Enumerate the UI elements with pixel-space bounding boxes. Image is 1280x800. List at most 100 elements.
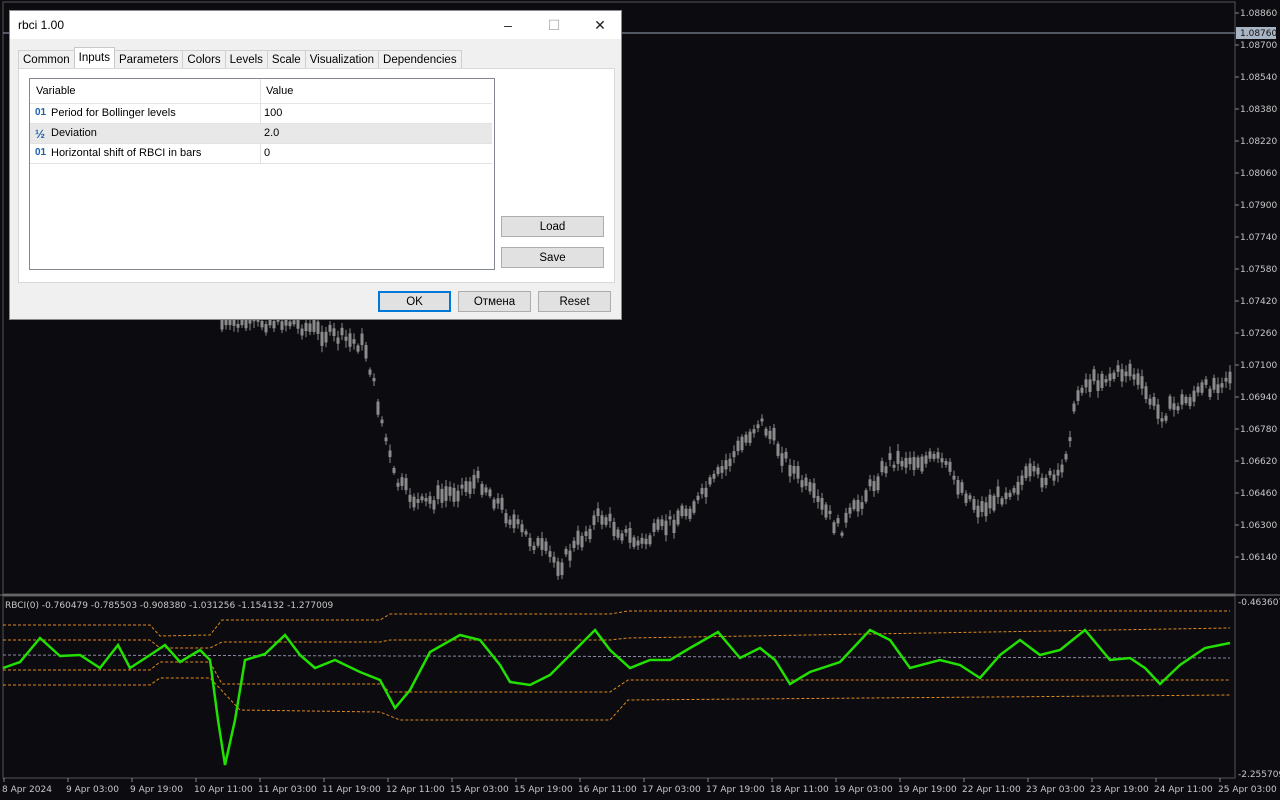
candle-body [536, 538, 540, 546]
tab-inputs[interactable]: Inputs [73, 47, 115, 68]
candle-body [328, 324, 332, 332]
candle-body [924, 455, 928, 464]
candle-body [732, 451, 736, 458]
candle-body [892, 464, 896, 468]
minimize-icon[interactable]: – [485, 11, 531, 39]
candle-body [1200, 382, 1204, 393]
candle-body [912, 456, 916, 471]
input-value[interactable]: 100 [264, 107, 282, 119]
time-label: 17 Apr 03:00 [642, 785, 701, 795]
candle-body [1184, 396, 1188, 404]
tab-colors[interactable]: Colors [182, 50, 226, 68]
candle-body [444, 486, 448, 501]
close-icon[interactable]: ✕ [577, 11, 623, 39]
candle-body [1116, 365, 1120, 372]
candle-body [580, 535, 584, 548]
candle-body [476, 470, 480, 479]
candle-body [1136, 373, 1140, 385]
candle-body [492, 499, 496, 509]
reset-button[interactable]: Reset [538, 291, 611, 312]
tab-dependencies[interactable]: Dependencies [378, 50, 462, 68]
candle-body [636, 540, 640, 546]
candle-body [376, 401, 380, 415]
input-row-shift[interactable]: 01 Horizontal shift of RBCI in bars 0 [30, 144, 492, 164]
candle-body [708, 477, 712, 485]
candle-body [464, 481, 468, 493]
candle-body [716, 467, 720, 475]
candle-body [1056, 469, 1060, 476]
candle-body [1048, 470, 1052, 476]
candle-body [368, 369, 372, 375]
candle-body [976, 505, 980, 518]
candle-body [344, 336, 348, 341]
candle-body [336, 337, 340, 344]
candle-body [672, 519, 676, 534]
candle-body [1228, 371, 1232, 384]
time-label: 17 Apr 19:00 [706, 785, 765, 795]
candle-body [1088, 379, 1092, 392]
maximize-icon: ☐ [547, 16, 561, 33]
candle-body [524, 531, 528, 535]
candle-body [780, 453, 784, 466]
candle-body [940, 458, 944, 463]
candle-body [280, 321, 284, 330]
candle-body [964, 493, 968, 503]
dialog-title: rbci 1.00 [18, 18, 65, 32]
save-button[interactable]: Save [501, 247, 604, 268]
candle-body [1104, 379, 1108, 383]
input-value[interactable]: 0 [264, 147, 270, 159]
candle-body [500, 497, 504, 510]
candle-body [840, 532, 844, 536]
candle-body [560, 562, 564, 576]
price-label: 1.08380 [1240, 105, 1277, 115]
tab-levels[interactable]: Levels [224, 50, 268, 68]
candle-body [324, 331, 328, 343]
time-label: 19 Apr 03:00 [834, 785, 893, 795]
candle-body [788, 465, 792, 477]
time-axis: 8 Apr 2024 9 Apr 03:00 9 Apr 19:00 10 Apr 1… [2, 778, 1277, 795]
candle-body [860, 502, 864, 509]
candle-body [772, 428, 776, 441]
input-value[interactable]: 2.0 [264, 127, 279, 139]
candle-body [448, 486, 452, 496]
inputs-panel: Variable Value 01 Period for Bollinger l… [18, 68, 615, 283]
candle-body [588, 528, 592, 540]
candle-body [512, 514, 516, 529]
candle-body [1156, 404, 1160, 419]
candle-body [620, 533, 624, 541]
candle-body [540, 538, 544, 550]
indicator-axis-top: -0.463607 [1238, 598, 1280, 608]
candle-body [236, 323, 240, 328]
candle-body [428, 496, 432, 504]
input-row-period[interactable]: 01 Period for Bollinger levels 100 [30, 104, 492, 124]
candle-body [916, 457, 920, 468]
time-label: 8 Apr 2024 [2, 785, 52, 795]
candle-body [1224, 377, 1228, 382]
candle-body [1028, 463, 1032, 477]
candle-body [696, 495, 700, 501]
candle-body [676, 510, 680, 525]
candle-body [544, 541, 548, 551]
tab-common[interactable]: Common [18, 50, 75, 68]
candle-body [504, 513, 508, 524]
candle-body [900, 460, 904, 467]
time-label: 15 Apr 03:00 [450, 785, 509, 795]
time-label: 10 Apr 11:00 [194, 785, 253, 795]
candle-body [232, 319, 236, 326]
candle-body [436, 485, 440, 500]
candle-body [996, 486, 1000, 498]
input-row-deviation[interactable]: ½ Deviation 2.0 [30, 124, 492, 144]
load-button[interactable]: Load [501, 216, 604, 237]
candle-body [888, 453, 892, 460]
candle-body [784, 451, 788, 459]
tab-scale[interactable]: Scale [266, 50, 306, 68]
candle-body [656, 519, 660, 530]
tab-parameters[interactable]: Parameters [113, 50, 184, 68]
candle-body [756, 424, 760, 429]
ok-button[interactable]: OK [378, 291, 451, 312]
price-label: 1.07580 [1240, 265, 1277, 275]
candle-body [616, 529, 620, 538]
tab-visualization[interactable]: Visualization [304, 50, 380, 68]
candle-body [352, 339, 356, 344]
cancel-button[interactable]: Отмена [458, 291, 531, 312]
